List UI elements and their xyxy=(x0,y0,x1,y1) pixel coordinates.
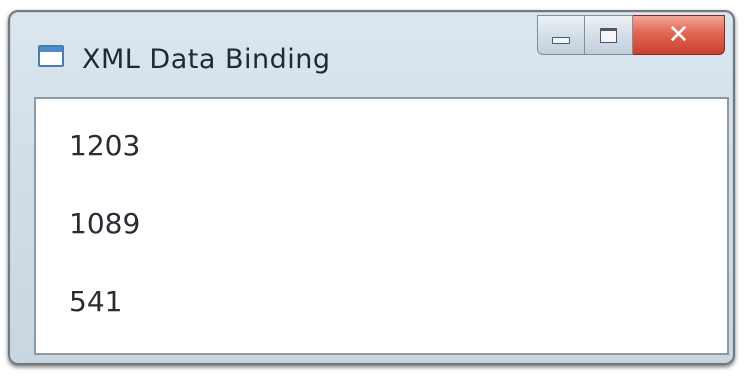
close-button[interactable]: ✕ xyxy=(633,15,725,55)
window-app-icon[interactable] xyxy=(38,45,64,67)
maximize-button[interactable] xyxy=(585,15,633,55)
data-list: 1203 1089 541 xyxy=(36,99,727,353)
list-item[interactable]: 1203 xyxy=(69,129,140,162)
title-bar[interactable]: XML Data Binding ✕ xyxy=(10,12,733,90)
maximize-icon xyxy=(600,27,617,43)
caption-buttons: ✕ xyxy=(537,15,725,55)
list-item[interactable]: 1089 xyxy=(69,207,140,240)
minimize-button[interactable] xyxy=(537,15,585,55)
list-item[interactable]: 541 xyxy=(69,285,122,318)
minimize-icon xyxy=(552,36,570,44)
list-box[interactable]: 1203 1089 541 xyxy=(34,97,729,355)
close-icon: ✕ xyxy=(667,20,690,50)
app-window: XML Data Binding ✕ 1203 1089 541 xyxy=(8,10,735,365)
window-title: XML Data Binding xyxy=(82,44,331,75)
